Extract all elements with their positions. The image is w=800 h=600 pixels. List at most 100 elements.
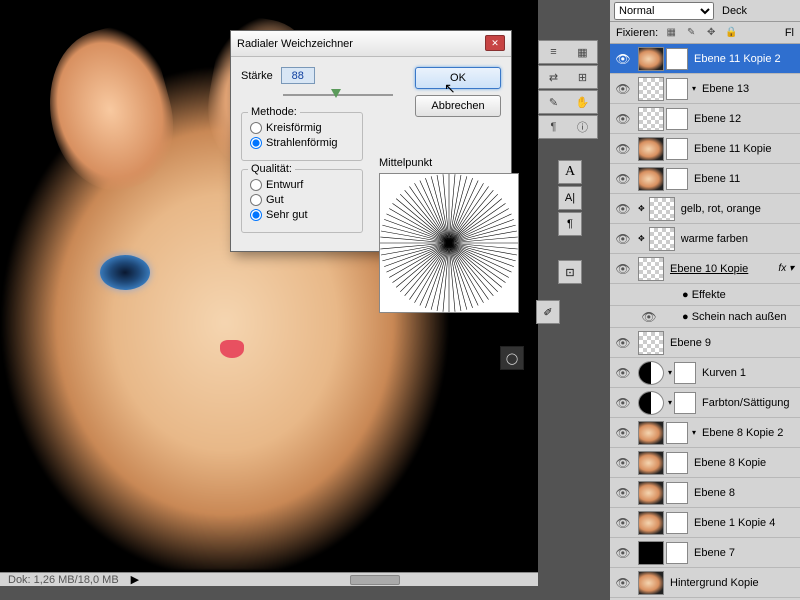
layer-thumbnail[interactable] (638, 77, 664, 101)
layer-thumbnail[interactable] (638, 541, 664, 565)
layer-row[interactable]: 👁 ✥ warme farben (610, 224, 800, 254)
layer-thumbnail[interactable] (638, 421, 664, 445)
layer-name[interactable]: Ebene 10 Kopie (670, 263, 778, 275)
visibility-icon[interactable]: 👁 (616, 486, 630, 500)
visibility-icon[interactable]: 👁 (616, 396, 630, 410)
slider-knob[interactable] (331, 89, 341, 98)
cancel-button[interactable]: Abbrechen (415, 95, 501, 117)
layer-row[interactable]: 👁 Ebene 8 Kopie (610, 448, 800, 478)
palette-row[interactable]: ¶ⓘ (538, 115, 598, 139)
layer-row[interactable]: 👁▾Ebene 8 Kopie 2 (610, 418, 800, 448)
layer-row[interactable]: 👁 ▾ Ebene 13 (610, 74, 800, 104)
chevron-down-icon[interactable]: ▾ (668, 398, 672, 407)
close-icon[interactable]: ✕ (485, 35, 505, 51)
layer-mask[interactable] (674, 362, 696, 384)
visibility-icon[interactable]: 👁 (616, 456, 630, 470)
chevron-down-icon[interactable]: ▾ (668, 368, 672, 377)
layer-row[interactable]: ● Effekte (610, 284, 800, 306)
strength-input[interactable] (281, 67, 315, 84)
layer-thumbnail[interactable] (649, 197, 675, 221)
layer-thumbnail[interactable] (638, 331, 664, 355)
palette-row[interactable]: ⇄⊞ (538, 65, 598, 89)
layer-thumbnail[interactable] (638, 137, 664, 161)
layer-mask[interactable] (666, 422, 688, 444)
layer-thumbnail[interactable] (638, 481, 664, 505)
layer-mask[interactable] (666, 512, 688, 534)
layer-thumbnail[interactable] (638, 511, 664, 535)
quality-draft[interactable]: Entwurf (250, 179, 354, 191)
lock-paint-icon[interactable]: ✎ (684, 26, 698, 40)
chevron-down-icon[interactable]: ▾ (692, 84, 696, 93)
layer-row[interactable]: 👁 Ebene 9 (610, 328, 800, 358)
visibility-icon[interactable]: 👁 (616, 516, 630, 530)
layer-row[interactable]: 👁 ▾ Kurven 1 (610, 358, 800, 388)
layer-row[interactable]: 👁Ebene 10 Kopiefx ▾ (610, 254, 800, 284)
visibility-icon[interactable]: 👁 (616, 172, 630, 186)
brush-panel[interactable]: ✐ (536, 300, 560, 324)
layer-mask[interactable] (666, 542, 688, 564)
link-icon[interactable]: ✥ (638, 204, 645, 213)
layer-name[interactable]: Ebene 7 (694, 547, 800, 559)
fx-badge[interactable]: fx ▾ (778, 263, 794, 274)
layer-row[interactable]: 👁Ebene 12 (610, 104, 800, 134)
blur-center-preview[interactable] (379, 173, 519, 313)
visibility-icon[interactable]: 👁 (616, 142, 630, 156)
layer-mask[interactable] (666, 482, 688, 504)
layer-row[interactable]: 👁Ebene 11 Kopie (610, 134, 800, 164)
visibility-icon[interactable]: 👁 (616, 202, 630, 216)
layer-name[interactable]: Ebene 13 (702, 83, 800, 95)
layer-name[interactable]: Kurven 1 (702, 367, 800, 379)
hscroll-thumb[interactable] (350, 575, 400, 585)
layer-thumbnail[interactable] (638, 167, 664, 191)
layer-name[interactable]: Ebene 9 (670, 337, 800, 349)
visibility-icon[interactable]: 👁 (616, 546, 630, 560)
chevron-down-icon[interactable]: ▾ (692, 428, 696, 437)
visibility-icon[interactable]: 👁 (616, 366, 630, 380)
transform-tool[interactable]: ⊡ (558, 260, 582, 284)
ok-button[interactable]: OK (415, 67, 501, 89)
char-panel[interactable]: A| (558, 186, 582, 210)
visibility-icon[interactable]: 👁 (616, 232, 630, 246)
lock-move-icon[interactable]: ✥ (704, 26, 718, 40)
layer-row[interactable]: 👁Ebene 11 Kopie 2 (610, 44, 800, 74)
layer-row[interactable]: 👁 Ebene 8 (610, 478, 800, 508)
layer-mask[interactable] (666, 452, 688, 474)
visibility-icon[interactable]: 👁 (616, 82, 630, 96)
layer-mask[interactable] (666, 108, 688, 130)
layer-name[interactable]: warme farben (681, 233, 800, 245)
layer-name[interactable]: Ebene 8 Kopie 2 (702, 427, 800, 439)
method-spin[interactable]: Kreisförmig (250, 122, 354, 134)
layer-mask[interactable] (666, 138, 688, 160)
para-panel[interactable]: ¶ (558, 212, 582, 236)
layer-row[interactable]: 👁Hintergrund Kopie (610, 568, 800, 598)
visibility-icon[interactable]: 👁 (616, 52, 630, 66)
layer-row[interactable]: 👁● Schein nach außen (610, 306, 800, 328)
lock-all-icon[interactable]: 🔒 (724, 26, 738, 40)
link-icon[interactable]: ✥ (638, 234, 645, 243)
visibility-icon[interactable]: 👁 (616, 112, 630, 126)
layer-thumbnail[interactable] (638, 107, 664, 131)
palette-row[interactable]: ≡▦ (538, 40, 598, 64)
mask-panel[interactable]: ◯ (500, 346, 524, 370)
layer-row[interactable]: 👁▾Farbton/Sättigung (610, 388, 800, 418)
layer-name[interactable]: Ebene 8 (694, 487, 800, 499)
type-tool[interactable]: A (558, 160, 582, 184)
layer-mask[interactable] (674, 392, 696, 414)
layer-mask[interactable] (666, 48, 688, 70)
layer-row[interactable]: 👁 Ebene 11 (610, 164, 800, 194)
blend-mode-select[interactable]: Normal (614, 2, 714, 20)
layer-mask[interactable] (666, 168, 688, 190)
quality-good[interactable]: Gut (250, 194, 354, 206)
layer-name[interactable]: Ebene 11 (694, 173, 800, 185)
layer-row[interactable]: 👁 ✥ gelb, rot, orange (610, 194, 800, 224)
layer-name[interactable]: gelb, rot, orange (681, 203, 800, 215)
visibility-icon[interactable]: 👁 (616, 336, 630, 350)
layer-name[interactable]: Ebene 8 Kopie (694, 457, 800, 469)
layer-thumbnail[interactable] (638, 47, 664, 71)
layer-thumbnail[interactable] (649, 227, 675, 251)
status-arrow[interactable]: ▶ (131, 573, 139, 586)
layer-thumbnail[interactable] (638, 257, 664, 281)
layer-name[interactable]: Ebene 1 Kopie 4 (694, 517, 800, 529)
dialog-titlebar[interactable]: Radialer Weichzeichner ✕ (231, 31, 511, 57)
layers-panel[interactable]: 👁Ebene 11 Kopie 2👁▾Ebene 13👁Ebene 12👁Ebe… (610, 44, 800, 600)
